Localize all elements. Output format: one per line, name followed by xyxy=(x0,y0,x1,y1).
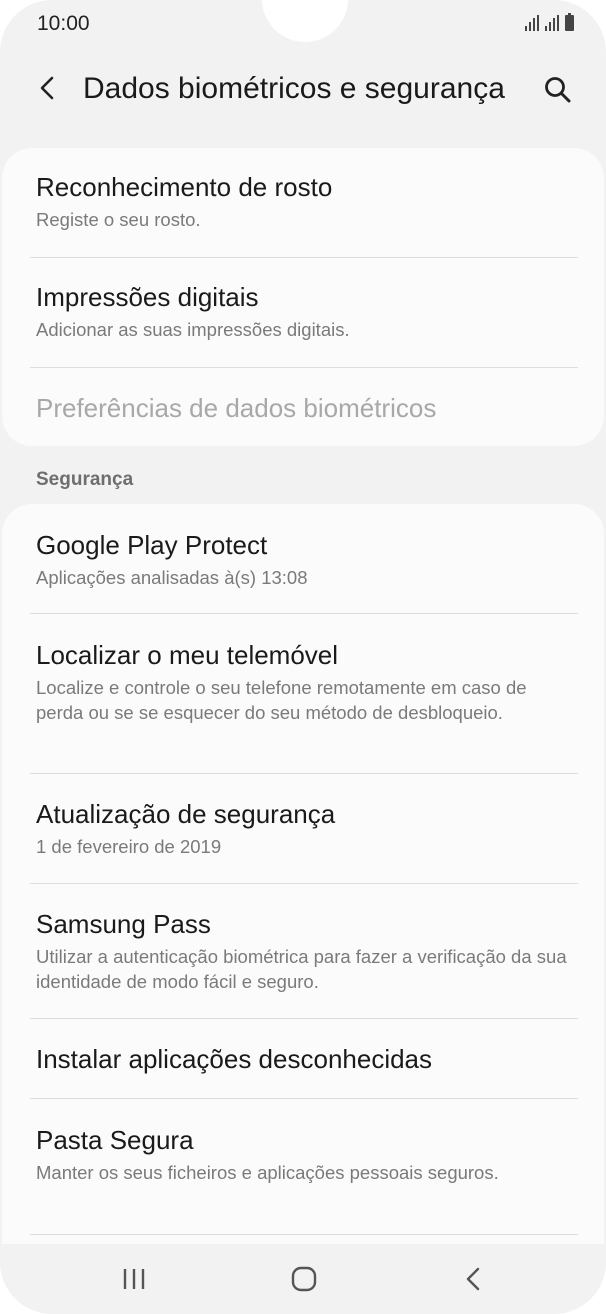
back-icon xyxy=(466,1267,480,1291)
status-bar: 10:00 xyxy=(0,0,606,48)
item-subtitle: 1 de fevereiro de 2019 xyxy=(36,836,222,857)
fingerprints-item[interactable]: Impressões digitais Adicionar as suas im… xyxy=(36,280,576,342)
item-subtitle: Manter os seus ficheiros e aplicações pe… xyxy=(36,1162,499,1183)
battery-icon xyxy=(565,13,574,31)
search-button[interactable] xyxy=(542,74,574,106)
item-title: Pasta Segura xyxy=(36,1125,194,1155)
google-play-protect-item[interactable]: Google Play Protect Aplicações analisada… xyxy=(36,528,576,590)
security-card: Google Play Protect Aplicações analisada… xyxy=(2,504,604,1264)
find-my-mobile-item[interactable]: Localizar o meu telemóvel Localize e con… xyxy=(36,638,576,725)
divider xyxy=(30,1018,578,1019)
item-subtitle: Registe o seu rosto. xyxy=(36,209,201,230)
item-title: Google Play Protect xyxy=(36,530,268,560)
secure-folder-item[interactable]: Pasta Segura Manter os seus ficheiros e … xyxy=(36,1123,576,1185)
status-icons xyxy=(525,13,574,31)
home-icon xyxy=(291,1266,317,1292)
divider xyxy=(30,367,578,368)
biometrics-card: Reconhecimento de rosto Registe o seu ro… xyxy=(2,148,604,446)
divider xyxy=(30,257,578,258)
item-title: Localizar o meu telemóvel xyxy=(36,640,339,670)
section-label-security: Segurança xyxy=(36,469,134,490)
item-title: Atualização de segurança xyxy=(36,799,336,829)
recent-apps-button[interactable] xyxy=(114,1262,154,1296)
back-button[interactable] xyxy=(32,72,64,104)
divider xyxy=(30,1098,578,1099)
back-arrow-icon xyxy=(40,76,54,100)
divider xyxy=(30,883,578,884)
item-title: Preferências de dados biométricos xyxy=(36,393,437,423)
signal-icon xyxy=(525,15,539,31)
divider xyxy=(30,773,578,774)
app-header: Dados biométricos e segurança xyxy=(0,60,606,120)
home-button[interactable] xyxy=(284,1262,324,1296)
signal-icon xyxy=(545,15,559,31)
navigation-bar xyxy=(0,1244,606,1314)
item-title: Reconhecimento de rosto xyxy=(36,172,333,202)
search-icon xyxy=(545,77,571,103)
item-subtitle: Adicionar as suas impressões digitais. xyxy=(36,319,350,340)
security-update-item[interactable]: Atualização de segurança 1 de fevereiro … xyxy=(36,797,576,859)
divider xyxy=(30,613,578,614)
item-subtitle: Localize e controle o seu telefone remot… xyxy=(36,677,527,723)
divider xyxy=(30,1234,578,1235)
page-title: Dados biométricos e segurança xyxy=(83,72,505,105)
item-title: Samsung Pass xyxy=(36,909,211,939)
nav-back-button[interactable] xyxy=(454,1262,494,1296)
item-subtitle: Utilizar a autenticação biométrica para … xyxy=(36,946,567,992)
phone-screen: 10:00 Dados biométricos e segurança Reco… xyxy=(0,0,606,1314)
biometric-preferences-item[interactable]: Preferências de dados biométricos xyxy=(36,391,576,425)
samsung-pass-item[interactable]: Samsung Pass Utilizar a autenticação bio… xyxy=(36,907,576,994)
item-title: Impressões digitais xyxy=(36,282,259,312)
face-recognition-item[interactable]: Reconhecimento de rosto Registe o seu ro… xyxy=(36,170,576,232)
item-title: Instalar aplicações desconhecidas xyxy=(36,1044,433,1074)
item-subtitle: Aplicações analisadas à(s) 13:08 xyxy=(36,567,308,588)
install-unknown-apps-item[interactable]: Instalar aplicações desconhecidas xyxy=(36,1042,576,1076)
recent-apps-icon xyxy=(123,1269,145,1289)
status-time: 10:00 xyxy=(37,12,90,35)
